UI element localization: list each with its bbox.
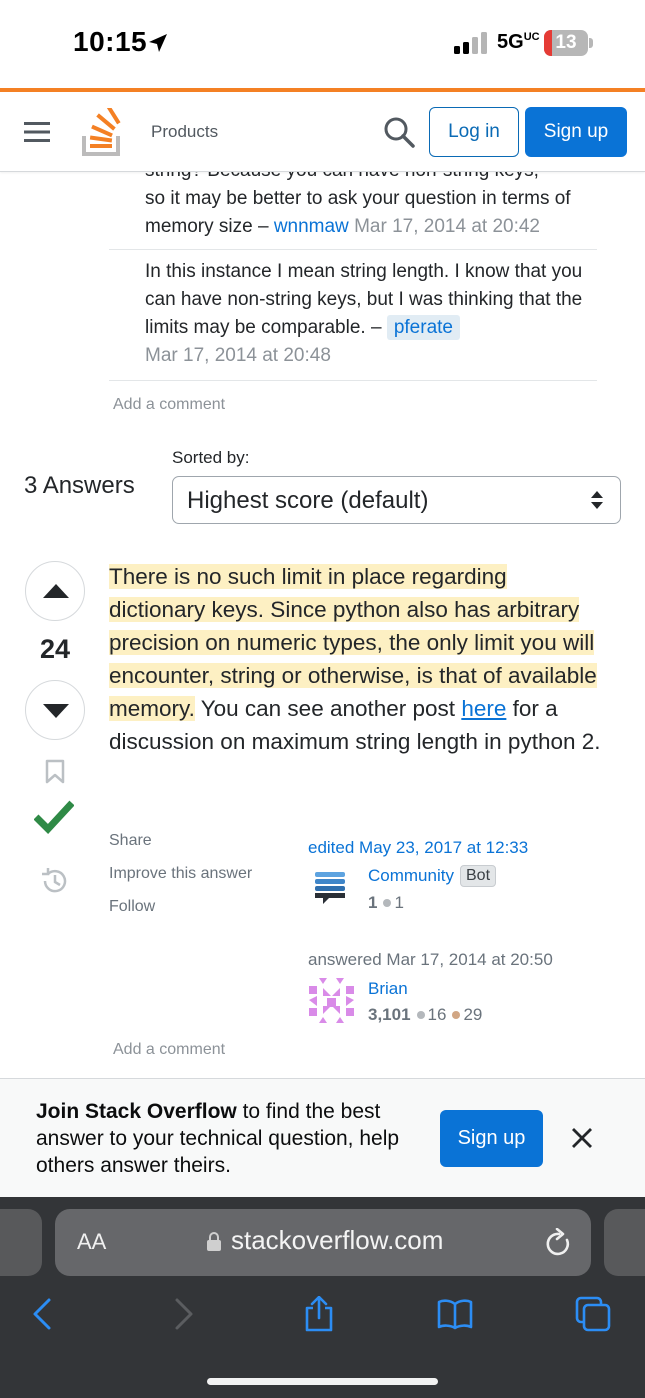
search-icon[interactable]: [383, 116, 415, 148]
bot-badge: Bot: [460, 865, 497, 887]
add-comment-link[interactable]: Add a comment: [113, 396, 225, 414]
close-icon[interactable]: [569, 1125, 595, 1151]
battery-nub: [589, 38, 593, 48]
answers-count: 3 Answers: [24, 472, 135, 499]
bookmark-icon[interactable]: [44, 759, 66, 785]
comment: In this instance I mean string length. I…: [145, 258, 600, 370]
sorted-by-label: Sorted by:: [172, 448, 250, 467]
answer-link-here[interactable]: here: [461, 696, 506, 721]
reader-aa-button[interactable]: AA: [77, 1229, 106, 1255]
signup-button[interactable]: Sign up: [525, 107, 627, 157]
location-arrow-icon: [149, 34, 167, 52]
downvote-button[interactable]: [25, 680, 85, 740]
brian-reputation: 3,101 16 29: [368, 1005, 482, 1025]
history-icon[interactable]: [39, 866, 69, 896]
answer-text: You can see another post: [194, 696, 462, 721]
community-reputation: 11: [368, 893, 404, 913]
next-tab-preview[interactable]: [604, 1209, 645, 1276]
sort-select-value: Highest score (default): [187, 487, 429, 514]
site-header: Products Log in Sign up: [0, 92, 645, 172]
network-label: 5G: [497, 31, 524, 53]
bronze-badge-dot: [452, 1010, 461, 1019]
answer-body: There is no such limit in place regardin…: [109, 560, 609, 758]
url-text: stackoverflow.com: [231, 1225, 444, 1255]
comment-divider: [109, 249, 597, 250]
community-avatar[interactable]: [311, 868, 349, 906]
reputation-score: 1: [368, 893, 378, 912]
sort-select[interactable]: Highest score (default): [172, 476, 621, 524]
home-indicator[interactable]: [207, 1378, 438, 1385]
join-banner-bold: Join Stack Overflow: [36, 1100, 237, 1123]
bronze-badge-count: 29: [463, 1005, 483, 1024]
status-time: 10:15: [73, 26, 148, 57]
silver-badge-count: 1: [394, 893, 404, 912]
network-type: 5GUC: [497, 31, 540, 54]
comment-date[interactable]: Mar 17, 2014 at 20:48: [145, 342, 600, 370]
follow-link[interactable]: Follow: [109, 898, 155, 916]
silver-badge-count: 16: [427, 1005, 447, 1024]
comment-user-link[interactable]: pferate: [386, 315, 460, 340]
brian-avatar[interactable]: [307, 976, 356, 1025]
silver-badge-dot: [383, 898, 392, 907]
forward-icon[interactable]: [165, 1296, 201, 1332]
comment-text: In this instance I mean string length. I…: [145, 261, 583, 338]
caret-down-icon: [43, 704, 69, 718]
edited-timestamp-link[interactable]: edited May 23, 2017 at 12:33: [308, 838, 528, 858]
caret-up-icon: [43, 584, 69, 598]
lock-icon: [207, 1232, 221, 1251]
share-link[interactable]: Share: [109, 832, 152, 850]
status-bar: 10:15 5GUC 13: [0, 0, 645, 88]
vote-count: 24: [39, 634, 71, 664]
comment-date[interactable]: Mar 17, 2014 at 20:42: [354, 216, 540, 237]
brian-user-link[interactable]: Brian: [368, 979, 408, 999]
upvote-button[interactable]: [25, 561, 85, 621]
prev-tab-preview[interactable]: [0, 1209, 42, 1276]
address-bar[interactable]: AA stackoverflow.com: [55, 1209, 591, 1276]
accepted-check-icon: [34, 800, 74, 835]
stackoverflow-logo-icon[interactable]: [82, 108, 124, 156]
join-signup-button[interactable]: Sign up: [440, 1110, 543, 1167]
battery-level: 13: [555, 32, 577, 53]
community-user-link[interactable]: Community: [368, 866, 454, 886]
answered-timestamp: answered Mar 17, 2014 at 20:50: [308, 950, 553, 969]
network-sup: UC: [523, 31, 540, 43]
add-comment-link[interactable]: Add a comment: [113, 1041, 225, 1059]
battery-low-fill: [544, 30, 552, 56]
silver-badge-dot: [416, 1010, 425, 1019]
login-button[interactable]: Log in: [429, 107, 519, 157]
share-icon[interactable]: [301, 1296, 337, 1332]
improve-answer-link[interactable]: Improve this answer: [109, 865, 252, 883]
hamburger-menu-icon[interactable]: [24, 121, 50, 143]
reload-icon[interactable]: [545, 1228, 573, 1258]
bookmarks-icon[interactable]: [437, 1296, 473, 1332]
join-banner-text: Join Stack Overflow to find the best ans…: [36, 1098, 426, 1179]
select-arrows-icon: [591, 491, 603, 509]
signal-bars-icon: [454, 32, 487, 54]
tabs-icon[interactable]: [575, 1296, 611, 1332]
comment-divider: [109, 380, 597, 381]
products-link[interactable]: Products: [151, 122, 218, 142]
join-banner: Join Stack Overflow to find the best ans…: [0, 1078, 645, 1198]
comment-user-link[interactable]: wnnmaw: [274, 216, 349, 237]
back-icon[interactable]: [25, 1296, 61, 1332]
reputation-score: 3,101: [368, 1005, 411, 1024]
